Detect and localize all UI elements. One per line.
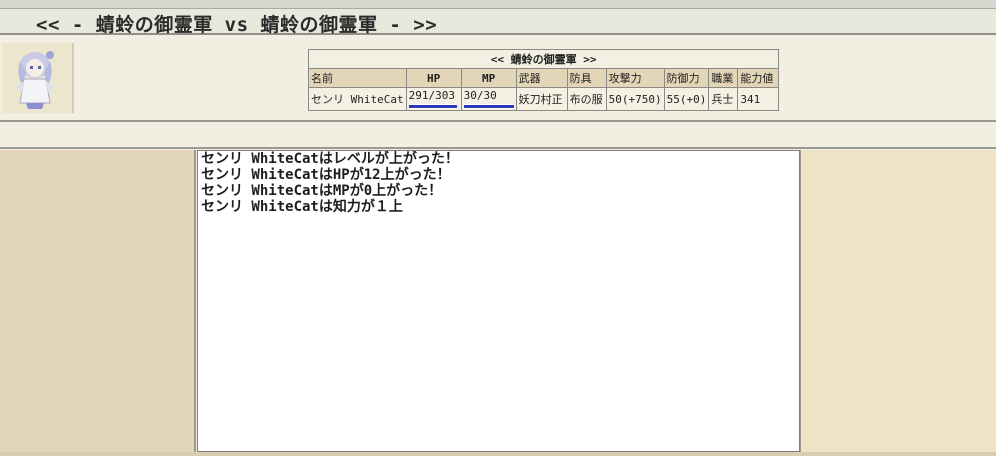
cell-hp: 291/303 — [405, 87, 462, 111]
mp-bar — [463, 104, 514, 109]
status-table: << 蜻蛉の御霊軍 >> 名前 HP MP 武器 防具 攻撃力 防御力 職業 能… — [307, 49, 780, 111]
right-side-panel — [800, 150, 996, 456]
col-header-attack: 攻撃力 — [605, 68, 665, 88]
cell-job: 兵士 — [708, 87, 739, 111]
log-line: センリ WhiteCatはHPが12上がった！ — [201, 167, 451, 183]
col-header-mp: MP — [460, 68, 517, 88]
cell-defense: 55(+0) — [663, 87, 710, 111]
divider-band — [0, 123, 996, 149]
left-side-panel — [0, 150, 196, 456]
col-header-job: 職業 — [708, 68, 739, 88]
title-bar: << - 蜻蛉の御霊軍 vs 蜻蛉の御霊軍 - >> — [0, 9, 996, 36]
cell-ability: 341 — [737, 87, 780, 111]
col-header-name: 名前 — [308, 68, 407, 88]
log-line: センリ WhiteCatはレベルが上がった！ — [201, 151, 459, 167]
col-header-defense: 防御力 — [663, 68, 710, 88]
cell-weapon: 妖刀村正 — [515, 87, 568, 111]
cell-armor: 布の服 — [566, 87, 607, 111]
hp-bar — [408, 104, 457, 109]
log-line: センリ WhiteCatはMPが0上がった！ — [201, 183, 443, 199]
col-header-hp: HP — [405, 68, 462, 88]
cell-name: センリ WhiteCat — [308, 87, 407, 111]
character-portrait-icon — [2, 43, 72, 113]
cell-mp: 30/30 — [460, 87, 517, 111]
col-header-ability: 能力値 — [737, 68, 780, 88]
top-border — [0, 0, 996, 9]
table-row: センリ WhiteCat 291/303 30/30 妖刀村正 布の服 50(+… — [308, 87, 780, 111]
battle-log[interactable]: センリ WhiteCatはレベルが上がった！ センリ WhiteCatはHPが1… — [197, 150, 800, 452]
character-panel: << 蜻蛉の御霊軍 >> 名前 HP MP 武器 防具 攻撃力 防御力 職業 能… — [0, 40, 996, 122]
page-title: << - 蜻蛉の御霊軍 vs 蜻蛉の御霊軍 - >> — [36, 14, 438, 36]
bottom-border — [0, 452, 996, 456]
cell-attack: 50(+750) — [605, 87, 665, 111]
col-header-armor: 防具 — [566, 68, 607, 88]
log-line: センリ WhiteCatは知力が１上 — [201, 199, 403, 215]
col-header-weapon: 武器 — [515, 68, 568, 88]
status-table-title: << 蜻蛉の御霊軍 >> — [307, 49, 780, 69]
mp-value: 30/30 — [463, 89, 497, 102]
hp-value: 291/303 — [408, 89, 455, 102]
avatar — [2, 43, 74, 113]
